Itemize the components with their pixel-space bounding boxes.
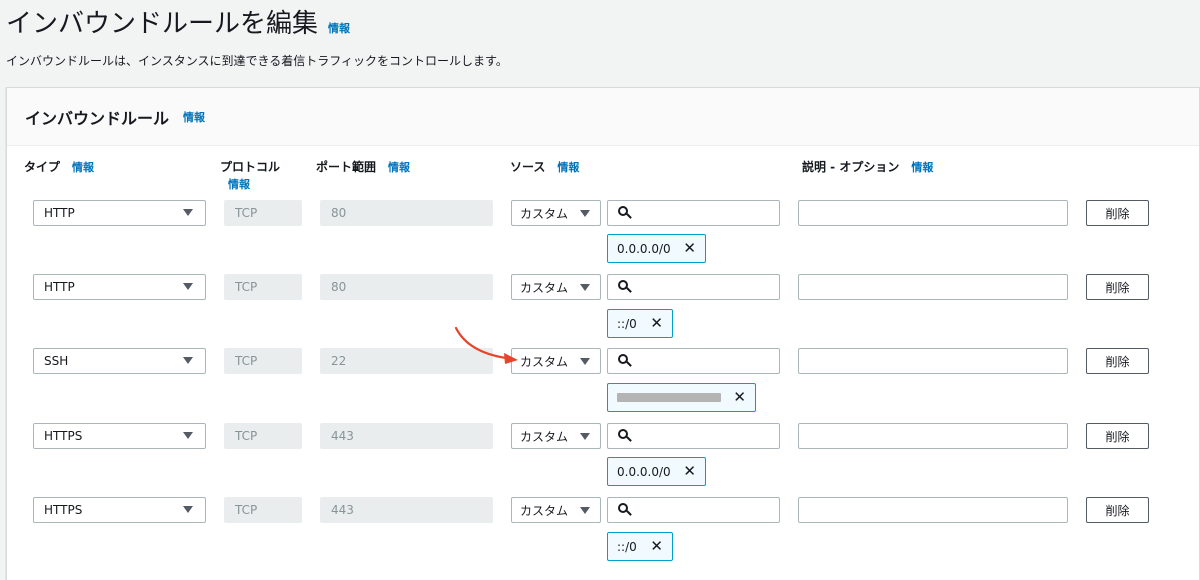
protocol-field: TCP [224,274,302,300]
search-icon [618,354,632,368]
cidr-token-text: 0.0.0.0/0 [617,241,671,256]
caret-down-icon [580,358,590,365]
source-type-value: カスタム [520,206,569,221]
page-title: インバウンドルールを編集 情報 [6,3,350,40]
caret-down-icon [183,506,193,513]
column-protocol-label: プロトコル [220,160,281,174]
type-select[interactable]: HTTPS [33,497,206,523]
column-header-description: 説明 - オプション 情報 [802,158,933,175]
protocol-info-link[interactable]: 情報 [228,176,250,192]
source-type-value: カスタム [520,503,569,518]
port-range-field: 443 [320,423,493,449]
source-search-input[interactable] [607,348,780,374]
caret-down-icon [183,432,193,439]
close-icon[interactable]: ✕ [733,390,746,405]
column-type-label: タイプ [24,160,61,174]
source-search-input[interactable] [607,274,780,300]
cidr-token: 0.0.0.0/0 ✕ [607,457,706,486]
type-value: HTTPS [44,503,83,517]
caret-down-icon [580,507,590,514]
protocol-field: TCP [224,497,302,523]
type-value: HTTP [44,206,75,220]
cidr-token-text: ::/0 [617,316,637,331]
caret-down-icon [183,357,193,364]
delete-button[interactable]: 削除 [1086,423,1149,449]
port-range-field: 443 [320,497,493,523]
close-icon[interactable]: ✕ [650,316,663,331]
panel-info-link[interactable]: 情報 [183,109,205,125]
description-input[interactable] [798,423,1068,449]
caret-down-icon [183,283,193,290]
description-input[interactable] [798,274,1068,300]
column-header-source: ソース 情報 [510,158,579,175]
search-icon [618,280,632,294]
source-search-input[interactable] [607,200,780,226]
description-input[interactable] [798,497,1068,523]
type-select[interactable]: HTTPS [33,423,206,449]
protocol-field: TCP [224,423,302,449]
delete-button[interactable]: 削除 [1086,497,1149,523]
source-type-select[interactable]: カスタム [511,348,601,374]
port-range-field: 80 [320,274,493,300]
type-value: HTTP [44,280,75,294]
source-info-link[interactable]: 情報 [557,161,579,174]
port-info-link[interactable]: 情報 [388,161,410,174]
type-select[interactable]: HTTP [33,200,206,226]
column-desc-label: 説明 - オプション [802,160,900,174]
source-type-value: カスタム [520,354,569,369]
source-search-input[interactable] [607,497,780,523]
close-icon[interactable]: ✕ [683,241,696,256]
source-search-input[interactable] [607,423,780,449]
type-select[interactable]: SSH [33,348,206,374]
annotation-arrow-icon [454,326,518,364]
cidr-token-text: 0.0.0.0/0 [617,464,671,479]
desc-info-link[interactable]: 情報 [911,161,933,174]
protocol-field: TCP [224,348,302,374]
close-icon[interactable]: ✕ [650,539,663,554]
page-description: インバウンドルールは、インスタンスに到達できる着信トラフィックをコントロールしま… [6,54,508,68]
protocol-field: TCP [224,200,302,226]
type-value: HTTPS [44,429,83,443]
caret-down-icon [580,433,590,440]
description-input[interactable] [798,348,1068,374]
caret-down-icon [580,284,590,291]
type-info-link[interactable]: 情報 [72,161,94,174]
source-type-select[interactable]: カスタム [511,423,601,449]
delete-button[interactable]: 削除 [1086,274,1149,300]
type-value: SSH [44,354,69,368]
cidr-token-text: ::/0 [617,539,637,554]
column-header-port: ポート範囲 情報 [316,158,410,175]
column-source-label: ソース [510,160,546,174]
cidr-token: 0.0.0.0/0 ✕ [607,234,706,263]
source-type-select[interactable]: カスタム [511,200,601,226]
delete-button[interactable]: 削除 [1086,200,1149,226]
cidr-token: ::/0 ✕ [607,532,673,561]
port-range-field: 80 [320,200,493,226]
column-header-type: タイプ 情報 [24,158,94,175]
panel-title: インバウンドルール [25,108,170,128]
search-icon [618,206,632,220]
source-type-value: カスタム [520,429,569,444]
caret-down-icon [580,210,590,217]
redacted-ip-mark [617,393,721,402]
search-icon [618,503,632,517]
source-type-value: カスタム [520,280,569,295]
cidr-token: ✕ [607,383,756,412]
type-select[interactable]: HTTP [33,274,206,300]
delete-button[interactable]: 削除 [1086,348,1149,374]
column-header-protocol: プロトコル情報 [220,158,281,191]
caret-down-icon [183,209,193,216]
description-input[interactable] [798,200,1068,226]
page-title-text: インバウンドルールを編集 [6,9,319,39]
page-info-link[interactable]: 情報 [328,20,350,36]
close-icon[interactable]: ✕ [683,464,696,479]
column-port-label: ポート範囲 [316,160,377,174]
panel-header: インバウンドルール 情報 [7,88,1199,146]
source-type-select[interactable]: カスタム [511,274,601,300]
cidr-token: ::/0 ✕ [607,309,673,338]
search-icon [618,429,632,443]
source-type-select[interactable]: カスタム [511,497,601,523]
